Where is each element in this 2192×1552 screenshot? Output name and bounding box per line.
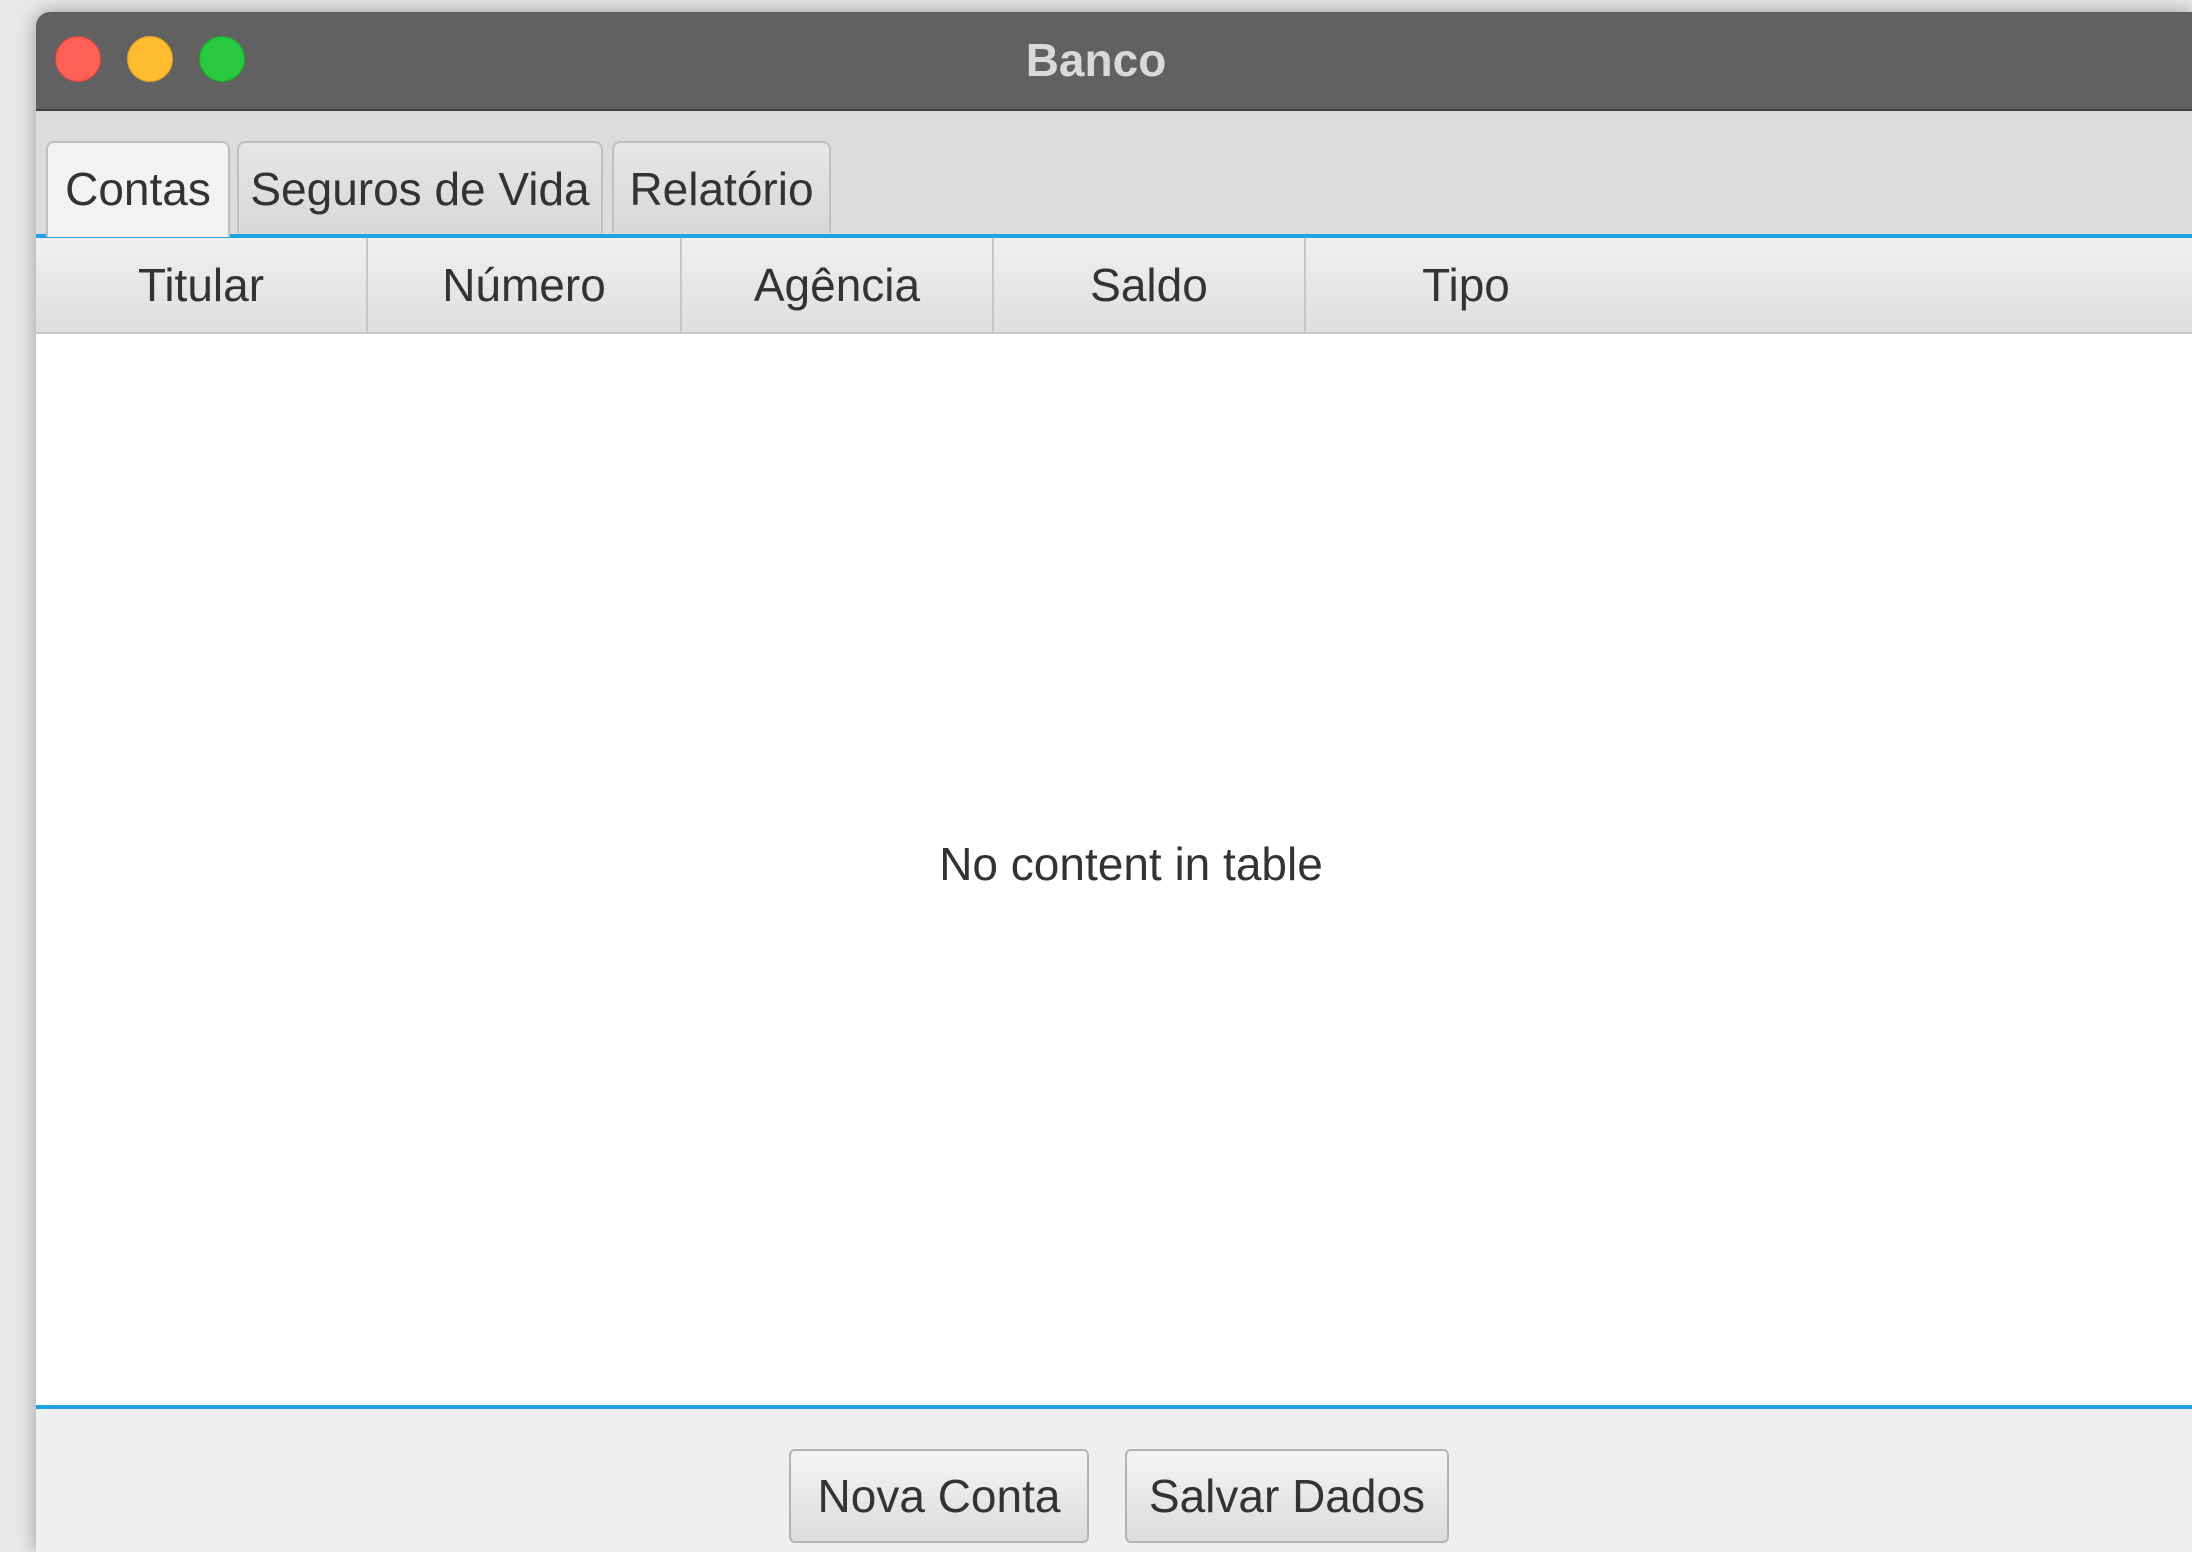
column-header-saldo[interactable]: Saldo <box>994 238 1306 332</box>
table-header: Titular Número Agência Saldo Tipo <box>36 238 2192 334</box>
empty-table-label: No content in table <box>939 837 1323 890</box>
button-bar: Nova Conta Salvar Dados <box>36 1409 2192 1552</box>
tab-seguros-de-vida[interactable]: Seguros de Vida <box>237 141 603 233</box>
column-header-tipo[interactable]: Tipo <box>1306 238 1626 332</box>
table-body[interactable]: No content in table <box>36 334 2192 1409</box>
title-bar: Banco <box>36 12 2192 111</box>
empty-table-message: No content in table <box>36 334 2192 1405</box>
column-header-numero[interactable]: Número <box>368 238 682 332</box>
window-title: Banco <box>1025 34 1167 86</box>
tab-contas[interactable]: Contas <box>46 141 230 237</box>
app-window: Banco Contas Seguros de Vida Relatório T… <box>36 12 2192 1552</box>
column-header-titular[interactable]: Titular <box>36 238 368 332</box>
tab-relatorio[interactable]: Relatório <box>612 141 831 233</box>
column-header-agencia[interactable]: Agência <box>682 238 994 332</box>
save-data-button[interactable]: Salvar Dados <box>1125 1449 1449 1543</box>
tab-bar: Contas Seguros de Vida Relatório <box>36 111 2192 238</box>
new-account-button[interactable]: Nova Conta <box>789 1449 1089 1543</box>
